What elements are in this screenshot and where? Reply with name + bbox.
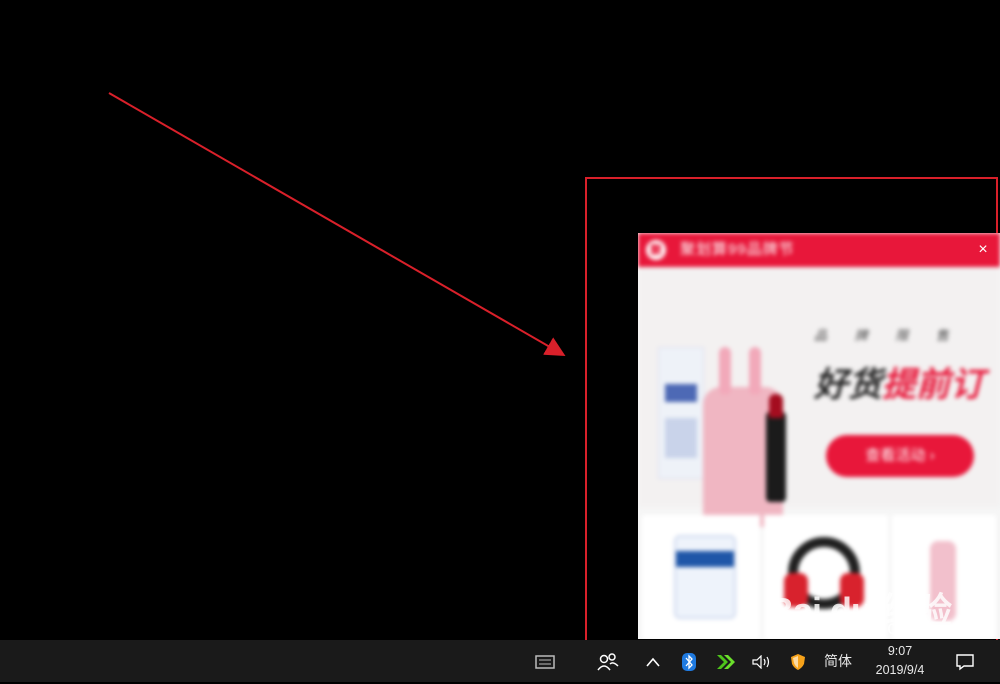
ad-popup-content: 聚 聚划算99品牌节 品 牌 限 售 好货提前订 查看活动 ›: [638, 233, 1000, 639]
chevron-up-icon[interactable]: [642, 640, 664, 682]
taskbar: 简体 9:07 2019/9/4: [0, 640, 1000, 682]
keyboard-icon[interactable]: [531, 640, 559, 682]
ime-mode-indicator[interactable]: 简体: [818, 640, 858, 682]
ad-banner[interactable]: 品 牌 限 售 好货提前订 查看活动 ›: [638, 267, 1000, 527]
milk-box-image: [658, 347, 704, 479]
baidu-watermark-url: jingyan.baidu.com: [770, 618, 924, 639]
ad-popup-window[interactable]: 聚 聚划算99品牌节 品 牌 限 售 好货提前订 查看活动 › ×: [638, 233, 1000, 639]
green-arrow-icon[interactable]: [713, 640, 739, 682]
promo-headline: 好货提前订: [814, 357, 984, 406]
people-icon[interactable]: [594, 640, 622, 682]
ad-popup-title: 聚划算99品牌节: [680, 241, 795, 258]
view-event-button[interactable]: 查看活动 ›: [826, 435, 974, 477]
promo-tagline: 品 牌 限 售: [814, 328, 961, 343]
ad-popup-header: 聚 聚划算99品牌节: [638, 233, 1000, 267]
clock-time: 9:07: [887, 644, 913, 658]
shield-icon[interactable]: [786, 640, 810, 682]
volume-icon[interactable]: [750, 640, 774, 682]
ad-popup-close-button[interactable]: ×: [974, 233, 992, 267]
clock-date: 2019/9/4: [875, 663, 925, 677]
bluetooth-icon[interactable]: [678, 640, 700, 682]
annotation-arrow: [108, 92, 566, 356]
ad-logo-icon: 聚: [646, 240, 666, 260]
notification-icon[interactable]: [952, 640, 978, 682]
product-tile-formula[interactable]: [642, 515, 760, 639]
lipstick-image: [766, 394, 786, 502]
promo-headline-right: 提前订: [882, 366, 984, 404]
formula-can-image: [674, 535, 736, 619]
promo-headline-left: 好货: [814, 366, 882, 404]
taskbar-clock[interactable]: 9:07 2019/9/4: [860, 642, 940, 684]
